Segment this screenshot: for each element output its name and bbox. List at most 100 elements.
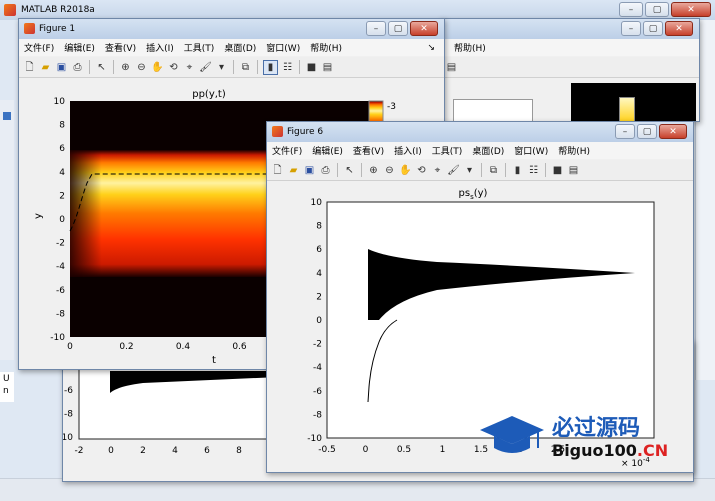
- figure6-maximize-button[interactable]: ▢: [637, 124, 657, 139]
- figure6-ytick-label: -2: [313, 340, 322, 350]
- menu-edit[interactable]: 编辑(E): [307, 144, 348, 157]
- figure1-ytick-label: 2: [59, 191, 65, 201]
- bg-figure-title-bar: – ▢ ✕: [441, 19, 699, 39]
- menu-edit[interactable]: 编辑(E): [59, 41, 100, 54]
- save-icon[interactable]: ▣: [55, 61, 68, 74]
- background-figure-window: – ▢ ✕ 帮助(H) ▤ -3: [440, 18, 700, 123]
- figure1-ytick-label: -10: [50, 333, 65, 343]
- link-plot-icon[interactable]: ⧉: [487, 164, 500, 177]
- figure6-xtick-label: 1: [440, 445, 446, 455]
- figure6-minimize-button[interactable]: –: [615, 124, 635, 139]
- menu-desktop[interactable]: 桌面(D): [467, 144, 509, 157]
- figure1-maximize-button[interactable]: ▢: [388, 21, 408, 36]
- menu-desktop[interactable]: 桌面(D): [219, 41, 261, 54]
- figure6-ytick-label: -8: [313, 410, 322, 420]
- colorbar-toggle-icon[interactable]: ▮: [511, 164, 524, 177]
- figure1-xtick-label: 0.2: [119, 342, 133, 352]
- left-strip-bottom: U n: [0, 372, 14, 402]
- bg-maximize-button[interactable]: ▢: [643, 21, 663, 36]
- new-figure-icon[interactable]: 🗋: [271, 164, 284, 177]
- figure1-ytick-label: 0: [59, 215, 65, 225]
- brush-icon[interactable]: 🖌: [447, 164, 460, 177]
- data-cursor-icon[interactable]: ⌖: [431, 164, 444, 177]
- figure6-ytick-label: 0: [316, 316, 322, 326]
- menu-tools[interactable]: 工具(T): [179, 41, 220, 54]
- menu-view[interactable]: 查看(V): [100, 41, 141, 54]
- pointer-icon[interactable]: ↖: [343, 164, 356, 177]
- zoom-out-icon[interactable]: ⊖: [383, 164, 396, 177]
- pan-icon[interactable]: ✋: [151, 61, 164, 74]
- figure1-close-button[interactable]: ✕: [410, 21, 438, 36]
- rotate-icon[interactable]: ⟲: [167, 61, 180, 74]
- new-figure-icon[interactable]: 🗋: [23, 61, 36, 74]
- matlab-logo-icon: [4, 4, 16, 16]
- watermark-logo: 必过源码 Biguo100.CN: [476, 408, 686, 468]
- zoom-out-icon[interactable]: ⊖: [135, 61, 148, 74]
- back-xtick-label: -2: [75, 446, 84, 456]
- figure1-ytick-label: 8: [59, 121, 65, 131]
- bg-minimize-button[interactable]: –: [621, 21, 641, 36]
- pan-icon[interactable]: ✋: [399, 164, 412, 177]
- panel-icon: [3, 112, 11, 120]
- menu-insert[interactable]: 插入(I): [141, 41, 179, 54]
- figure6-ytick-label: -4: [313, 363, 322, 373]
- figure1-minimize-button[interactable]: –: [366, 21, 386, 36]
- figure6-ytick-label: 10: [311, 198, 323, 208]
- dropdown-arrow-icon[interactable]: ▾: [463, 164, 476, 177]
- matlab-figure-icon: [272, 126, 283, 137]
- menu-view[interactable]: 查看(V): [348, 144, 389, 157]
- brush-icon[interactable]: 🖌: [199, 61, 212, 74]
- back-xtick-label: 2: [140, 446, 146, 456]
- bg-colorbar-label: -3: [637, 98, 646, 108]
- save-icon[interactable]: ▣: [303, 164, 316, 177]
- menu-help[interactable]: 帮助(H): [553, 144, 595, 157]
- bg-close-button[interactable]: ✕: [665, 21, 693, 36]
- bg-menu-help[interactable]: 帮助(H): [449, 41, 491, 54]
- hide-tools-icon[interactable]: ■: [305, 61, 318, 74]
- menu-tools[interactable]: 工具(T): [427, 144, 468, 157]
- bg-toolbar: ▤: [441, 57, 699, 78]
- matlab-title-bar: MATLAB R2018a – ▢ ✕: [0, 0, 715, 20]
- figure6-ytick-label: 6: [316, 245, 322, 255]
- menu-help[interactable]: 帮助(H): [305, 41, 347, 54]
- menu-window[interactable]: 窗口(W): [509, 144, 553, 157]
- figure1-ytick-label: 4: [59, 168, 65, 178]
- menu-file[interactable]: 文件(F): [19, 41, 59, 54]
- open-file-icon[interactable]: ▰: [39, 61, 52, 74]
- plot-browser-icon[interactable]: ▤: [445, 61, 458, 74]
- dropdown-arrow-icon[interactable]: ▾: [215, 61, 228, 74]
- plot-tools-icon[interactable]: ▤: [567, 164, 580, 177]
- left-panel-strip: [0, 100, 14, 360]
- open-file-icon[interactable]: ▰: [287, 164, 300, 177]
- figure6-close-button[interactable]: ✕: [659, 124, 687, 139]
- figure1-ytick-label: -4: [56, 262, 65, 272]
- close-button[interactable]: ✕: [671, 2, 711, 17]
- zoom-in-icon[interactable]: ⊕: [119, 61, 132, 74]
- minimize-button[interactable]: –: [619, 2, 643, 17]
- legend-toggle-icon[interactable]: ☷: [281, 61, 294, 74]
- rotate-icon[interactable]: ⟲: [415, 164, 428, 177]
- link-plot-icon[interactable]: ⧉: [239, 61, 252, 74]
- figure6-menubar: 文件(F) 编辑(E) 查看(V) 插入(I) 工具(T) 桌面(D) 窗口(W…: [267, 142, 693, 159]
- figure6-plot-title: pss(y): [459, 188, 488, 201]
- data-cursor-icon[interactable]: ⌖: [183, 61, 196, 74]
- menu-file[interactable]: 文件(F): [267, 144, 307, 157]
- print-icon[interactable]: ⎙: [319, 164, 332, 177]
- figure1-ytick-label: 6: [59, 144, 65, 154]
- zoom-in-icon[interactable]: ⊕: [367, 164, 380, 177]
- figure6-title: Figure 6: [287, 127, 324, 137]
- figure1-ytick-label: -6: [56, 286, 65, 296]
- menu-window[interactable]: 窗口(W): [261, 41, 305, 54]
- back-ytick-label: -8: [64, 410, 73, 420]
- hide-tools-icon[interactable]: ■: [551, 164, 564, 177]
- plot-tools-icon[interactable]: ▤: [321, 61, 334, 74]
- menubar-dock-arrow-icon[interactable]: ↘: [422, 43, 440, 53]
- pointer-icon[interactable]: ↖: [95, 61, 108, 74]
- figure6-xtick-label: 0: [363, 445, 369, 455]
- legend-toggle-icon[interactable]: ☷: [527, 164, 540, 177]
- print-icon[interactable]: ⎙: [71, 61, 84, 74]
- menu-insert[interactable]: 插入(I): [389, 144, 427, 157]
- maximize-button[interactable]: ▢: [645, 2, 669, 17]
- back-ytick-label: -10: [63, 433, 73, 443]
- colorbar-toggle-icon[interactable]: ▮: [263, 59, 278, 75]
